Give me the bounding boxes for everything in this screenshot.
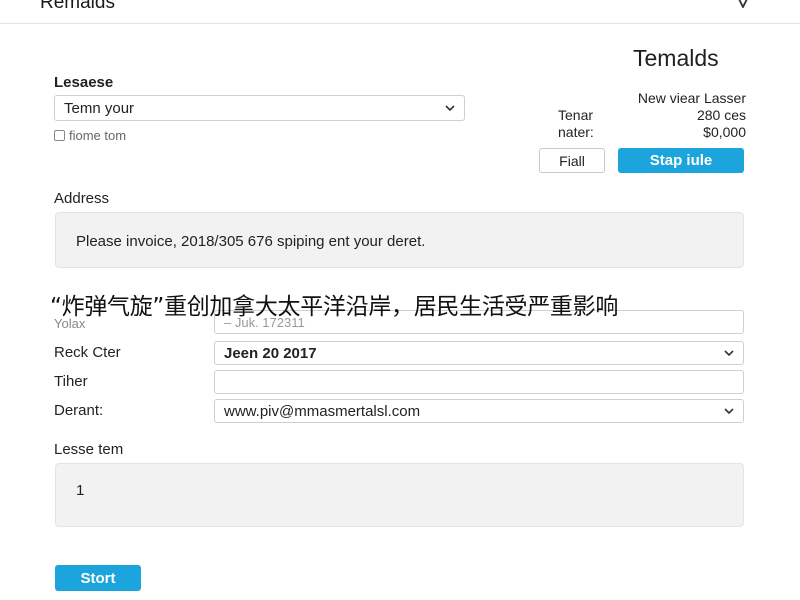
chevron-down-icon bbox=[445, 105, 455, 111]
email-select-value: www.piv@mmasmertalsl.com bbox=[224, 402, 421, 420]
chevron-down-icon bbox=[724, 408, 734, 414]
summary-key: Tenar bbox=[558, 107, 594, 123]
tiher-label: Tiher bbox=[54, 373, 88, 390]
checkbox-label: fiome tom bbox=[69, 128, 127, 143]
primary-button[interactable]: Stap iule bbox=[618, 148, 744, 173]
lease-label: Lesaese bbox=[54, 74, 114, 91]
lease-term-label: Lesse tem bbox=[54, 441, 124, 458]
app-title: Remalds bbox=[40, 0, 115, 13]
address-label: Address bbox=[54, 190, 110, 207]
checkbox[interactable] bbox=[54, 130, 65, 141]
date-select[interactable]: Jeen 20 2017 bbox=[214, 341, 744, 365]
lease-checkbox-row[interactable]: fiome tom bbox=[54, 128, 126, 143]
email-select[interactable]: www.piv@mmasmertalsl.com bbox=[214, 399, 744, 423]
derant-label: Derant: bbox=[54, 402, 104, 419]
lease-term-field[interactable]: 1 bbox=[55, 463, 744, 527]
reck-cter-label: Reck Cter bbox=[54, 344, 121, 361]
summary-value: $0,000 bbox=[703, 124, 746, 140]
tiher-input[interactable] bbox=[214, 370, 744, 394]
start-button[interactable]: Stort bbox=[55, 565, 141, 591]
secondary-button[interactable]: Fiall bbox=[539, 148, 605, 173]
summary-header: New viear Lasser bbox=[637, 90, 746, 106]
date-select-value: Jeen 20 2017 bbox=[224, 344, 317, 362]
address-field[interactable]: Please invoice, 2018/305 676 spiping ent… bbox=[55, 212, 744, 268]
lease-summary: New viear Lasser Tenar 280 ces nater: $0… bbox=[540, 90, 746, 141]
summary-value: 280 ces bbox=[696, 107, 746, 123]
address-text: Please invoice, 2018/305 676 spiping ent… bbox=[76, 233, 426, 250]
panel-title: Temalds bbox=[633, 45, 719, 71]
caption-overlay: “炸弹气旋”重创加拿大太平洋沿岸，居民生活受严重影响 bbox=[50, 294, 619, 320]
top-bar: Remalds bbox=[0, 0, 800, 24]
lease-term-value: 1 bbox=[76, 482, 85, 499]
lease-select[interactable]: Temn your bbox=[54, 95, 465, 121]
chevron-down-icon bbox=[724, 350, 734, 356]
lease-select-value: Temn your bbox=[64, 99, 135, 117]
shield-icon[interactable] bbox=[735, 0, 751, 8]
summary-key: nater: bbox=[558, 124, 594, 140]
